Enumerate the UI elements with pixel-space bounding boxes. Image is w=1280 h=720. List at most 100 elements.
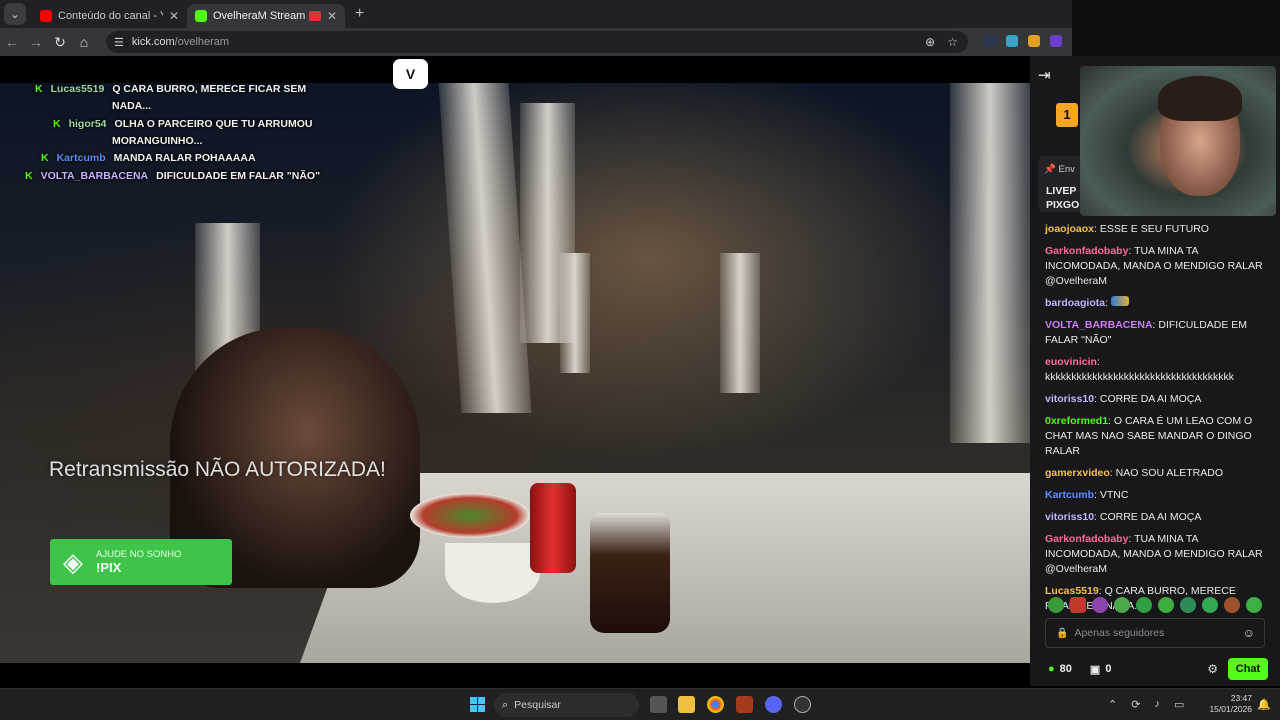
- extension-icon[interactable]: [1050, 35, 1062, 47]
- chat-message: 0xreformed1: O CARA É UM LEAO COM O CHAT…: [1045, 415, 1253, 457]
- chevron-up-icon[interactable]: ⌃: [1108, 698, 1117, 711]
- clock[interactable]: 23:47 15/01/2026: [1208, 693, 1252, 715]
- pix-icon: ◈: [63, 546, 83, 577]
- zoom-icon[interactable]: ⊕: [925, 35, 935, 49]
- send-chat-button[interactable]: Chat: [1228, 658, 1268, 680]
- emote-icon[interactable]: [1114, 597, 1130, 613]
- microphone-icon[interactable]: ♪: [1154, 698, 1160, 711]
- channel-points[interactable]: ● 80: [1048, 663, 1072, 675]
- overlay-chat-message: K Kartcumb MANDA RALAR POHAAAAA: [41, 152, 256, 164]
- emote-icon[interactable]: [1070, 597, 1086, 613]
- car-emote-icon: [1110, 296, 1129, 306]
- tab-title: OvelheraM Stream - Watch: [213, 10, 305, 22]
- chat-messages: joaojoaox: ESSE E SEU FUTURO Garkonfadob…: [1045, 222, 1270, 621]
- close-icon[interactable]: ✕: [327, 9, 337, 23]
- streamer-webcam: [1080, 66, 1276, 216]
- chat-message: bardoagiota:: [1045, 296, 1270, 311]
- lock-icon: 🔒: [1056, 627, 1069, 639]
- emote-bar: [1048, 597, 1262, 613]
- browser-toolbar: ← → ↻ ⌂ ☰ kick.com/ovelheram ⊕ ☆: [0, 28, 1072, 56]
- stream-logo-badge: V: [393, 59, 428, 89]
- notification-bell-icon[interactable]: 🔔: [1257, 698, 1271, 711]
- task-view-icon[interactable]: [650, 696, 667, 713]
- subscriber-badge: 1: [1056, 103, 1078, 127]
- emote-icon[interactable]: [1136, 597, 1152, 613]
- pin-icon: 📌: [1044, 164, 1056, 175]
- chat-message: gamerxvideo: NAO SOU ALETRADO: [1045, 467, 1223, 479]
- chat-message: VOLTA_BARBACENA: DIFICULDADE EM FALAR "N…: [1045, 319, 1248, 346]
- tab-search-button[interactable]: ⌄: [4, 3, 26, 25]
- extension-icon[interactable]: [984, 35, 996, 47]
- overlay-chat-message: Khigor54 OLHA O PARCEIRO QUE TU ARRUMOU M…: [53, 118, 313, 147]
- chat-panel: ⇥ 1 📌 Env LIVEP PIXGO joaojoaox: ESSE E S…: [1030, 56, 1280, 686]
- emote-icon[interactable]: [1180, 597, 1196, 613]
- video-player[interactable]: V K Lucas5519 Q CARA BURRO, MERECE FICAR S…: [0, 56, 1030, 686]
- translate-extension-icon[interactable]: [1006, 35, 1018, 47]
- emote-icon[interactable]: [1224, 597, 1240, 613]
- gift-count[interactable]: ▣ 0: [1090, 663, 1112, 676]
- game-launcher-icon[interactable]: [736, 696, 753, 713]
- chat-message: Kartcumb: VTNC: [1045, 489, 1129, 501]
- new-tab-button[interactable]: +: [355, 5, 364, 23]
- system-tray: ⌃ ⟳ ♪ ▭: [1108, 698, 1184, 711]
- sync-icon[interactable]: ⟳: [1131, 698, 1140, 711]
- windows-start-icon[interactable]: [470, 697, 485, 712]
- emote-picker-icon[interactable]: ☺: [1243, 626, 1255, 640]
- screen: ⌄ Conteúdo do canal - YouTube S ✕ Ovelhe…: [0, 0, 1280, 720]
- taskbar: ⌕ Pesquisar ⌃ ⟳ ♪ ▭ 23:47 15/01/2026 🔔: [0, 688, 1280, 720]
- youtube-icon: [40, 10, 52, 22]
- desktop-strip: [1072, 0, 1280, 56]
- home-button[interactable]: ⌂: [72, 34, 96, 50]
- extensions: [984, 35, 1062, 47]
- tab-kick[interactable]: OvelheraM Stream - Watch ✕: [187, 4, 345, 28]
- display-icon[interactable]: ▭: [1174, 698, 1184, 711]
- chat-input-placeholder: Apenas seguidores: [1074, 627, 1165, 639]
- obs-icon[interactable]: [794, 696, 811, 713]
- chat-input[interactable]: 🔒 Apenas seguidores ☺: [1045, 618, 1265, 648]
- kick-icon: [195, 10, 207, 22]
- file-explorer-icon[interactable]: [678, 696, 695, 713]
- extension-icon[interactable]: [1028, 35, 1040, 47]
- pix-caption: AJUDE NO SONHO: [96, 549, 182, 560]
- close-icon[interactable]: ✕: [169, 9, 179, 23]
- taskbar-search[interactable]: ⌕ Pesquisar: [494, 693, 639, 717]
- forward-button[interactable]: →: [24, 34, 48, 50]
- points-icon: ●: [1048, 663, 1055, 675]
- site-info-icon[interactable]: ☰: [114, 36, 124, 49]
- collapse-chat-icon[interactable]: ⇥: [1038, 66, 1051, 84]
- reload-button[interactable]: ↻: [48, 34, 72, 51]
- chat-message: Garkonfadobaby: TUA MINA TA INCOMODADA, …: [1045, 533, 1263, 575]
- discord-icon[interactable]: [765, 696, 782, 713]
- pinned-label: 📌 Env: [1044, 164, 1075, 175]
- pinned-text: LIVEP PIXGO: [1046, 185, 1080, 211]
- watermark-text: Retransmissão NÃO AUTORIZADA!: [49, 458, 386, 481]
- search-icon: ⌕: [502, 698, 509, 711]
- address-bar[interactable]: ☰ kick.com/ovelheram ⊕ ☆: [106, 31, 968, 53]
- emote-icon[interactable]: [1202, 597, 1218, 613]
- bookmark-star-icon[interactable]: ☆: [947, 35, 958, 49]
- overlay-chat-message: K VOLTA_BARBACENA DIFICULDADE EM FALAR "NÃ…: [25, 170, 321, 182]
- emote-icon[interactable]: [1048, 597, 1064, 613]
- soda-can: [530, 483, 576, 573]
- back-button[interactable]: ←: [0, 34, 24, 50]
- chrome-icon[interactable]: [707, 696, 724, 713]
- url-text: kick.com/ovelheram: [131, 36, 230, 48]
- pix-command: !PIX: [96, 560, 122, 575]
- emote-icon[interactable]: [1158, 597, 1174, 613]
- tab-youtube[interactable]: Conteúdo do canal - YouTube S ✕: [32, 4, 187, 28]
- chat-footer: ● 80 ▣ 0 ⚙ Chat: [1048, 658, 1268, 680]
- chat-message: Garkonfadobaby: TUA MINA TA INCOMODADA, …: [1045, 245, 1263, 287]
- gear-icon[interactable]: ⚙: [1207, 662, 1218, 676]
- emote-icon[interactable]: [1092, 597, 1108, 613]
- chat-message: vitoriss10: CORRE DA AI MOÇA: [1045, 393, 1202, 405]
- overlay-chat-message: K Lucas5519 Q CARA BURRO, MERECE FICAR SEM…: [35, 83, 307, 112]
- chat-message: euovinicin: kkkkkkkkkkkkkkkkkkkkkkkkkkkkk…: [1045, 356, 1234, 383]
- recording-icon: [308, 11, 321, 21]
- pix-donation-banner: ◈ AJUDE NO SONHO !PIX: [50, 539, 232, 585]
- dessert-cup: [590, 513, 670, 633]
- gift-icon: ▣: [1089, 663, 1101, 676]
- emote-icon[interactable]: [1246, 597, 1262, 613]
- chat-message: joaojoaox: ESSE E SEU FUTURO: [1045, 223, 1209, 235]
- chat-message: vitoriss10: CORRE DA AI MOÇA: [1045, 511, 1202, 523]
- browser-tab-bar: ⌄ Conteúdo do canal - YouTube S ✕ Ovelhe…: [0, 0, 1072, 28]
